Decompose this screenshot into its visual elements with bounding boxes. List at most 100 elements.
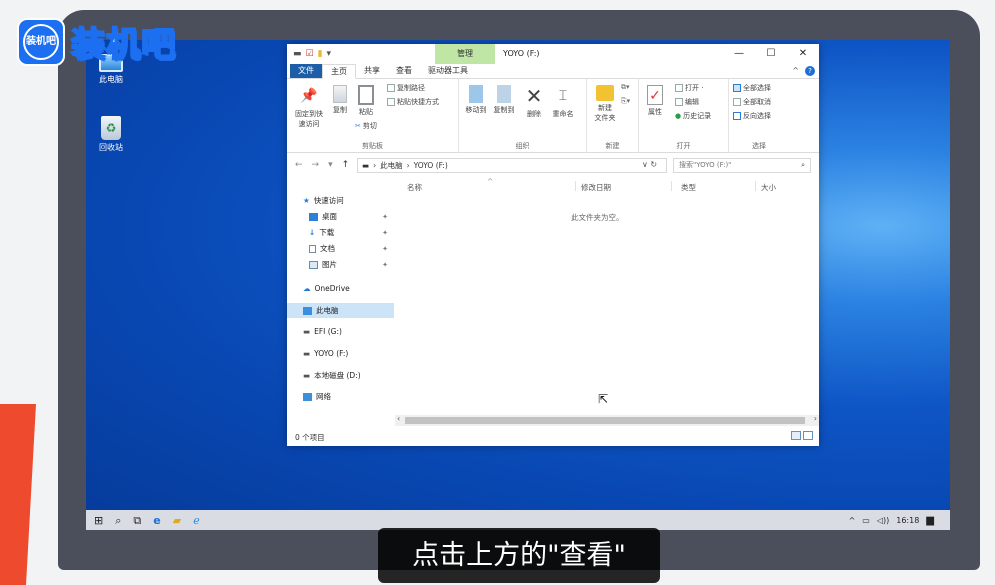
windows-start-icon[interactable]: ⊞ [94,515,103,526]
ribbon-group-new: 新建 文件夹 ⧉▾ ⎘▾ 新建 [587,79,639,153]
open-button[interactable]: 打开 · [675,83,703,93]
desktop-icon-label: 此电脑 [99,75,123,84]
delete-button[interactable]: ✕ 删除 [523,85,545,119]
large-icons-view-icon[interactable] [803,431,813,440]
breadcrumb-this-pc[interactable]: 此电脑 [380,159,403,172]
edit-button[interactable]: 编辑 [675,97,699,107]
volume-icon[interactable]: ◁)) [877,516,889,525]
pin-icon: 📌 [300,88,318,104]
nav-item-downloads[interactable]: ↓ 下载 ✦ [287,225,394,240]
invert-selection-button[interactable]: 反向选择 [733,111,771,121]
tab-drive-tools[interactable]: 驱动器工具 [420,64,476,78]
breadcrumb-current[interactable]: YOYO (F:) [414,159,448,172]
cut-button[interactable]: ✂ 剪切 [355,121,377,131]
nav-item-local-disk[interactable]: ▬ 本地磁盘 (D:) [287,368,394,383]
nav-item-desktop[interactable]: 桌面 ✦ [287,209,394,224]
logo-badge: 装机吧 [17,17,65,66]
rename-button[interactable]: ⌶ 重命名 [549,85,577,119]
tab-share[interactable]: 共享 [356,64,388,78]
clock[interactable]: 16:18 [896,516,919,525]
up-arrow-icon[interactable]: ↑ [342,160,350,170]
copy-to-button[interactable]: 复制到 [491,85,517,115]
notification-icon[interactable]: ▆ [926,515,934,526]
new-item-button[interactable]: ⧉▾ [621,83,630,92]
details-view-icon[interactable] [791,431,801,440]
copy-icon [333,85,347,103]
drive-icon: ▬ [303,349,311,358]
help-icon[interactable]: ? [805,66,815,76]
tab-file[interactable]: 文件 [290,64,322,78]
nav-item-this-pc[interactable]: 此电脑 [287,303,394,318]
pin-icon: ✦ [382,260,388,269]
scroll-right-icon[interactable]: › [814,414,817,423]
select-all-button[interactable]: 全部选择 [733,83,771,93]
column-type[interactable]: 类型 [681,182,696,193]
edge-browser-icon[interactable]: e [153,515,160,526]
network-icon[interactable]: ▭ [862,516,870,525]
forward-arrow-icon[interactable]: → [312,160,320,170]
tab-home[interactable]: 主页 [322,64,356,79]
column-size[interactable]: 大小 [761,182,776,193]
search-icon: ⌕ [801,161,805,169]
history-button[interactable]: ● 历史记录 [675,111,711,121]
tray-arrow-icon[interactable]: ^ [849,516,856,525]
column-date[interactable]: 修改日期 [581,182,611,193]
app-icon: ▬ [293,49,302,59]
nav-item-quick-access[interactable]: ★ 快速访问 [287,193,394,208]
copy-button[interactable]: 复制 [329,85,351,115]
pin-quick-access-button[interactable]: 📌 固定到快 速访问 [291,85,327,129]
nav-item-yoyo[interactable]: ▬ YOYO (F:) [287,346,394,361]
ribbon-right-controls: ^ ? [792,66,815,76]
scrollbar-thumb[interactable] [405,417,805,424]
easy-access-icon: ⎘▾ [621,97,631,105]
properties-button[interactable]: ✓ 属性 [643,85,667,117]
recent-dropdown-icon[interactable]: ▾ [328,160,333,170]
back-arrow-icon[interactable]: ← [295,160,303,170]
paste-shortcut-button[interactable]: 粘贴快捷方式 [387,97,439,107]
window-title: YOYO (F:) [503,49,540,58]
sort-up-icon: ^ [487,177,494,186]
context-tab-manage[interactable]: 管理 [435,44,495,64]
file-explorer-icon[interactable]: ▰ [173,515,181,526]
minimize-button[interactable]: — [723,46,755,62]
column-name[interactable]: 名称 [407,182,422,193]
move-to-button[interactable]: 移动到 [463,85,489,115]
search-input[interactable]: 搜索"YOYO (F:)" ⌕ [673,158,811,173]
desktop-icon-recycle-bin[interactable]: ♻ 回收站 [86,116,136,153]
close-button[interactable]: ✕ [787,46,819,62]
address-bar[interactable]: ▬ › 此电脑 › YOYO (F:) [357,158,667,173]
horizontal-scrollbar[interactable]: ‹ › [395,414,819,426]
copy-path-icon [387,84,395,92]
nav-item-efi[interactable]: ▬ EFI (G:) [287,324,394,339]
tab-view[interactable]: 查看 [388,64,420,78]
new-item-icon: ⧉▾ [621,83,630,91]
ie-browser-icon[interactable]: ℯ [193,515,200,526]
select-none-button[interactable]: 全部取消 [733,97,771,107]
search-icon[interactable]: ⌕ [115,515,121,526]
paste-button[interactable]: 粘贴 [355,85,377,117]
nav-buttons: ← → ▾ ↑ [295,160,349,170]
new-folder-qa-icon[interactable]: ▮ [318,49,323,59]
ribbon-group-select: 全部选择 全部取消 反向选择 选择 [729,79,789,153]
ribbon-group-label: 组织 [515,142,530,150]
copy-path-button[interactable]: 复制路径 [387,83,425,93]
chevron-up-icon[interactable]: ^ [792,66,799,76]
ribbon-group-clipboard: 📌 固定到快 速访问 复制 粘贴 复制路径 粘贴快捷方式 ✂ 剪切 剪贴板 [287,79,459,153]
maximize-button[interactable]: ☐ [755,46,787,62]
nav-item-pictures[interactable]: 图片 ✦ [287,257,394,272]
scroll-left-icon[interactable]: ‹ [397,414,400,423]
quick-access-toolbar: ▬ ☑ ▮ ▾ [293,49,331,59]
refresh-icon[interactable]: ↻ [650,160,657,169]
easy-access-button[interactable]: ⎘▾ [621,97,630,106]
new-folder-button[interactable]: 新建 文件夹 [591,85,619,123]
qa-dropdown-icon[interactable]: ▾ [327,49,332,59]
nav-item-documents[interactable]: 文档 ✦ [287,241,394,256]
nav-item-onedrive[interactable]: ☁ OneDrive [287,281,394,296]
copy-to-icon [497,85,511,103]
download-arrow-icon: ↓ [309,228,316,237]
task-view-icon[interactable]: ⧉ [133,515,141,526]
nav-item-network[interactable]: 网络 [287,389,394,404]
address-dropdown-icon[interactable]: ∨ [642,160,648,169]
properties-qa-icon[interactable]: ☑ [306,49,314,59]
logo-wordmark: 装机吧 [70,24,176,66]
